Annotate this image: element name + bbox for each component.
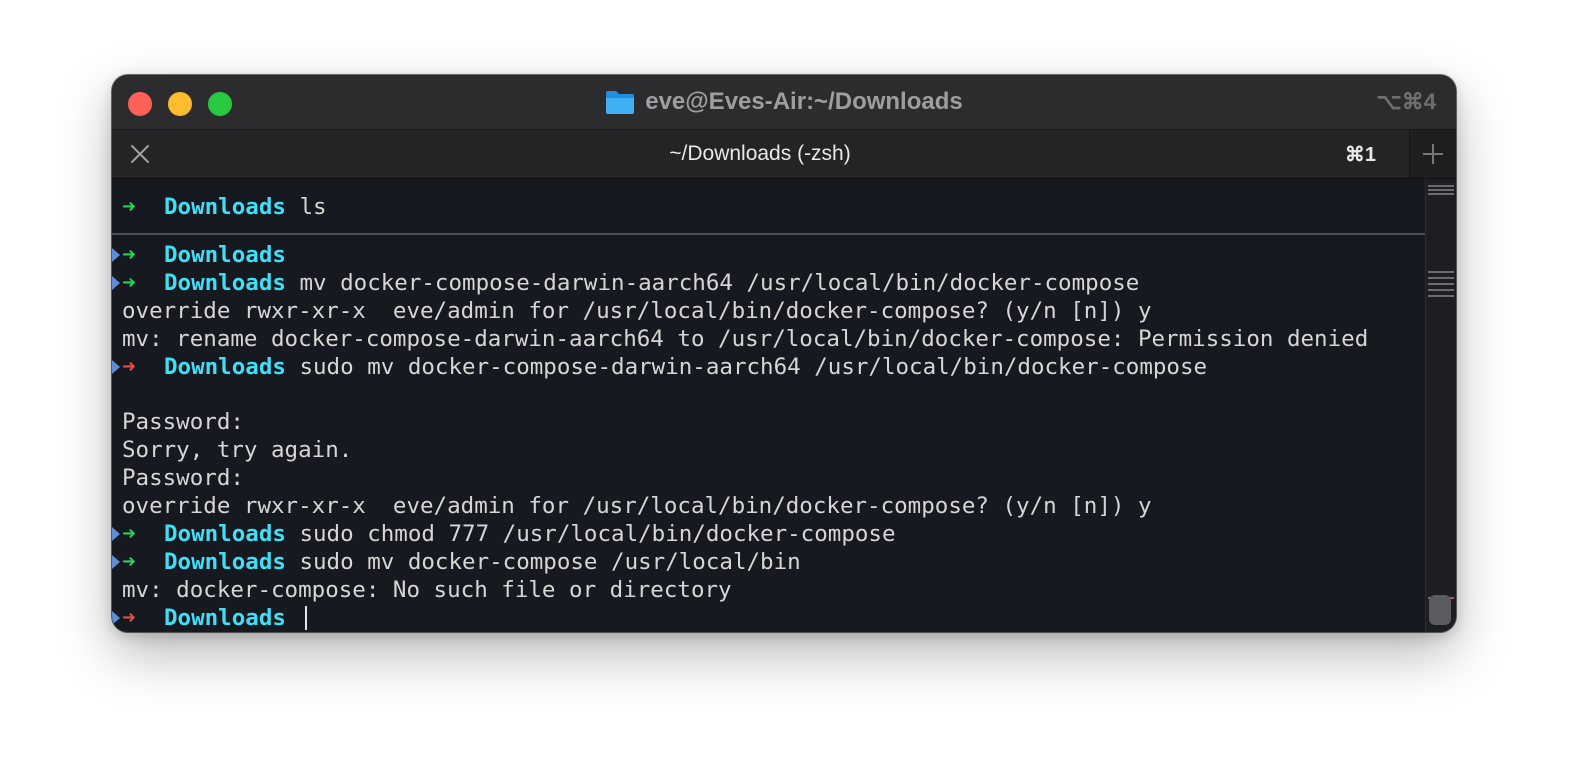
title-bar[interactable]: eve@Eves-Air:~/Downloads ⌥⌘4 — [112, 75, 1456, 129]
command-mark-icon — [112, 554, 120, 569]
tab-bar: ~/Downloads (-zsh) ⌘1 — [112, 129, 1456, 179]
output-line: override rwxr-xr-x eve/admin for /usr/lo… — [122, 493, 1152, 520]
prompt-line: ➜ Downloads sudo chmod 777 /usr/local/bin… — [122, 520, 896, 548]
prompt-dir: Downloads — [164, 242, 286, 268]
tab-active[interactable]: ~/Downloads (-zsh) — [112, 130, 1408, 178]
scroll-mark — [1428, 185, 1454, 187]
command-mark-icon — [112, 248, 120, 262]
scrollbar-thumb[interactable] — [1429, 595, 1451, 625]
prompt-command: sudo mv docker-compose /usr/local/bin — [285, 548, 801, 575]
prompt-command: mv docker-compose-darwin-aarch64 /usr/lo… — [285, 269, 1140, 296]
window-title-area: eve@Eves-Air:~/Downloads — [112, 75, 1456, 129]
prompt-line: ➜ Downloads — [122, 241, 286, 269]
plus-icon — [1423, 144, 1443, 164]
prompt-arrow-icon: ➜ — [122, 521, 136, 547]
command-mark-icon — [112, 359, 120, 374]
terminal-output[interactable]: ➜ Downloads ls ➜ Downloads ➜ Downloads mv do… — [112, 179, 1426, 632]
tab-title: ~/Downloads (-zsh) — [669, 142, 851, 165]
command-mark-icon — [112, 275, 120, 290]
prompt-arrow-icon: ➜ — [122, 353, 136, 380]
scroll-mark — [1428, 295, 1454, 297]
command-mark-icon — [112, 527, 120, 541]
folder-icon — [606, 91, 635, 114]
scroll-mark — [1428, 283, 1454, 285]
output-line: Password: — [122, 409, 244, 436]
prompt-arrow-icon: ➜ — [122, 194, 136, 220]
text-cursor — [305, 606, 308, 631]
tab-shortcut: ⌘1 — [1344, 143, 1376, 166]
command-mark-icon — [112, 610, 120, 625]
output-line: Sorry, try again. — [122, 437, 353, 464]
prompt-dir: Downloads — [164, 604, 286, 631]
window-shortcut: ⌥⌘4 — [1376, 89, 1436, 114]
pinned-command-line: ➜ Downloads ls — [112, 179, 1426, 235]
prompt-arrow-icon: ➜ — [122, 269, 136, 296]
scroll-mark — [1428, 289, 1454, 291]
prompt-line: ➜ Downloads sudo mv docker-compose /usr/l… — [122, 548, 801, 576]
prompt-line: ➜ Downloads sudo mv docker-compose-darwin… — [122, 353, 1207, 381]
terminal-window: eve@Eves-Air:~/Downloads ⌥⌘4 ~/Downloads… — [112, 75, 1456, 632]
window-title: eve@Eves-Air:~/Downloads — [645, 88, 963, 115]
output-line: mv: docker-compose: No such file or dire… — [122, 576, 732, 603]
output-line: Password: — [122, 465, 244, 492]
prompt-dir: Downloads — [164, 194, 286, 220]
prompt-command — [286, 605, 300, 631]
scroll-mark — [1428, 193, 1454, 195]
output-line: override rwxr-xr-x eve/admin for /usr/lo… — [122, 297, 1152, 324]
prompt-dir: Downloads — [164, 353, 286, 380]
prompt-line: ➜ Downloads mv docker-compose-darwin-aarc… — [122, 269, 1139, 297]
scroll-mark — [1428, 277, 1454, 279]
new-tab-button[interactable] — [1409, 130, 1456, 178]
prompt-arrow-icon: ➜ — [122, 548, 136, 575]
prompt-command: sudo mv docker-compose-darwin-aarch64 /u… — [285, 353, 1208, 380]
pinned-prompt: ➜ Downloads ls — [122, 193, 327, 221]
prompt-command: sudo chmod 777 /usr/local/bin/docker-com… — [285, 521, 896, 547]
prompt-dir: Downloads — [164, 548, 286, 575]
prompt-command: ls — [285, 194, 327, 220]
output-line: mv: rename docker-compose-darwin-aarch64… — [122, 325, 1369, 352]
prompt-line: ➜ Downloads — [122, 604, 308, 632]
scroll-mark — [1428, 271, 1454, 273]
prompt-arrow-icon: ➜ — [122, 242, 136, 268]
scrollbar[interactable] — [1425, 179, 1456, 632]
prompt-dir: Downloads — [164, 521, 286, 547]
prompt-arrow-icon: ➜ — [122, 604, 136, 631]
scroll-mark — [1428, 189, 1454, 191]
prompt-dir: Downloads — [164, 269, 286, 296]
